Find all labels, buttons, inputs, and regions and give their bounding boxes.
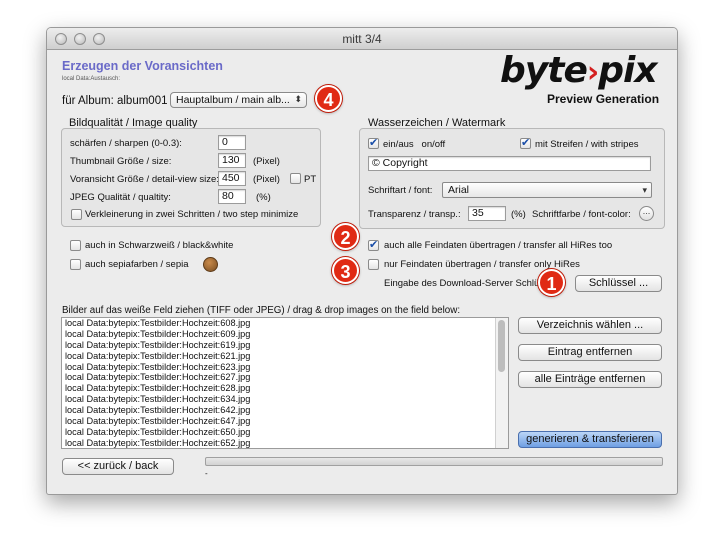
file-list-item[interactable]: local Data:bytepix:Testbilder:Hochzeit:6… [62, 438, 508, 448]
path-label: local Data:Austausch: [62, 76, 121, 82]
detail-size-input[interactable]: 450 [218, 171, 246, 186]
album-label: für Album: album001 [62, 95, 168, 107]
file-drop-list[interactable]: local Data:bytepix:Testbilder:Hochzeit:6… [61, 317, 509, 449]
font-color-button[interactable]: … [639, 206, 654, 221]
key-button[interactable]: Schlüssel ... [575, 275, 662, 292]
file-list-item[interactable]: local Data:bytepix:Testbilder:Hochzeit:6… [62, 340, 508, 351]
file-list-item[interactable]: local Data:bytepix:Testbilder:Hochzeit:6… [62, 351, 508, 362]
transfer-all-hires-label: auch alle Feindaten übertragen / transfe… [384, 240, 613, 251]
thumbnail-size-input[interactable]: 130 [218, 153, 246, 168]
dropdown-arrow-icon: ▾ [642, 185, 647, 195]
font-color-label: Schriftfarbe / font-color: [532, 209, 631, 220]
jpeg-quality-unit: (%) [256, 192, 271, 203]
badge-4: 4 [315, 85, 342, 112]
sharpen-label: schärfen / sharpen (0-0.3): [70, 138, 182, 149]
image-quality-group: schärfen / sharpen (0-0.3): 0 Thumbnail … [61, 128, 321, 227]
remove-all-entries-button[interactable]: alle Einträge entfernen [518, 371, 662, 388]
transparency-label: Transparenz / transp.: [368, 209, 461, 220]
thumbnail-unit: (Pixel) [253, 156, 280, 167]
pt-checkbox[interactable] [290, 173, 301, 184]
transfer-all-hires-checkbox[interactable] [368, 238, 379, 251]
file-list-item[interactable]: local Data:bytepix:Testbilder:Hochzeit:6… [62, 416, 508, 427]
stripes-checkbox[interactable] [520, 136, 531, 149]
status-text: - [205, 469, 208, 478]
file-list-item[interactable]: local Data:bytepix:Testbilder:Hochzeit:6… [62, 372, 508, 383]
sharpen-input[interactable]: 0 [218, 135, 246, 150]
detail-size-label: Voransicht Größe / detail-view size: [70, 174, 219, 185]
sepia-color-swatch[interactable] [203, 257, 218, 272]
two-step-label: Verkleinerung in zwei Schritten / two st… [85, 209, 299, 220]
file-list-item[interactable]: local Data:bytepix:Testbilder:Hochzeit:6… [62, 394, 508, 405]
font-select[interactable]: Arial ▾ [442, 182, 652, 198]
main-album-select[interactable]: Hauptalbum / main alb... ⬍ [170, 92, 307, 108]
file-list-item[interactable]: local Data:bytepix:Testbilder:Hochzeit:6… [62, 405, 508, 416]
jpeg-quality-label: JPEG Qualität / qualtity: [70, 192, 171, 203]
watermark-on-checkbox[interactable] [368, 136, 379, 149]
file-list-item[interactable]: local Data:bytepix:Testbilder:Hochzeit:6… [62, 329, 508, 340]
transparency-unit: (%) [511, 209, 526, 220]
remove-entry-button[interactable]: Eintrag entfernen [518, 344, 662, 361]
drop-label: Bilder auf das weiße Feld ziehen (TIFF o… [62, 305, 461, 316]
file-list-item[interactable]: local Data:bytepix:Testbilder:Hochzeit:6… [62, 318, 508, 329]
pt-label: PT [304, 174, 317, 185]
title-bar: mitt 3/4 [47, 28, 677, 50]
list-scrollbar[interactable] [495, 318, 508, 448]
badge-1: 1 [538, 269, 565, 296]
watermark-group: ein/aus on/off mit Streifen / with strip… [359, 128, 665, 229]
font-select-value: Arial [448, 184, 470, 196]
badge-2: 2 [332, 223, 359, 250]
album-label-text: für Album: [62, 95, 114, 107]
badge-3: 3 [332, 257, 359, 284]
generate-transfer-button[interactable]: generieren & transferieren [518, 431, 662, 448]
two-step-checkbox[interactable] [71, 209, 82, 220]
select-directory-button[interactable]: Verzeichnis wählen ... [518, 317, 662, 334]
page-title: Erzeugen der Voransichten [62, 59, 223, 73]
scrollbar-thumb[interactable] [498, 320, 505, 372]
jpeg-quality-input[interactable]: 80 [218, 189, 246, 204]
logo-text-left: byte [500, 50, 588, 91]
main-window: mitt 3/4 Erzeugen der Voransichten local… [46, 27, 678, 495]
stripes-label: mit Streifen / with stripes [535, 139, 639, 150]
main-album-select-value: Hauptalbum / main alb... [176, 94, 290, 106]
detail-unit: (Pixel) [253, 174, 280, 185]
file-items: local Data:bytepix:Testbilder:Hochzeit:6… [62, 318, 508, 448]
black-white-label: auch in Schwarzweiß / black&white [85, 240, 234, 251]
font-label: Schriftart / font: [368, 185, 433, 196]
window-title: mitt 3/4 [342, 32, 382, 46]
sepia-label: auch sepiafarben / sepia [85, 259, 189, 270]
sepia-checkbox[interactable] [70, 259, 81, 270]
progress-bar [205, 457, 663, 466]
album-name: album001 [116, 95, 168, 107]
file-list-item[interactable]: local Data:bytepix:Testbilder:Hochzeit:6… [62, 427, 508, 438]
server-key-label: Eingabe des Download-Server Schlüssel [384, 278, 557, 289]
bytepix-logo: byte›pix [500, 50, 658, 91]
watermark-on-label: ein/aus on/off [383, 139, 446, 150]
file-list-item[interactable]: local Data:bytepix:Testbilder:Hochzeit:6… [62, 362, 508, 373]
back-button[interactable]: << zurück / back [62, 458, 174, 475]
transparency-input[interactable]: 35 [468, 206, 506, 221]
logo-subtitle: Preview Generation [547, 92, 660, 106]
logo-text-right: pix [598, 50, 657, 91]
watermark-text-input[interactable]: © Copyright [368, 156, 651, 171]
black-white-checkbox[interactable] [70, 240, 81, 251]
stepper-arrows-icon: ⬍ [294, 94, 302, 104]
transfer-only-hires-checkbox[interactable] [368, 259, 379, 270]
file-list-item[interactable]: local Data:bytepix:Testbilder:Hochzeit:6… [62, 383, 508, 394]
thumbnail-size-label: Thumbnail Größe / size: [70, 156, 172, 167]
